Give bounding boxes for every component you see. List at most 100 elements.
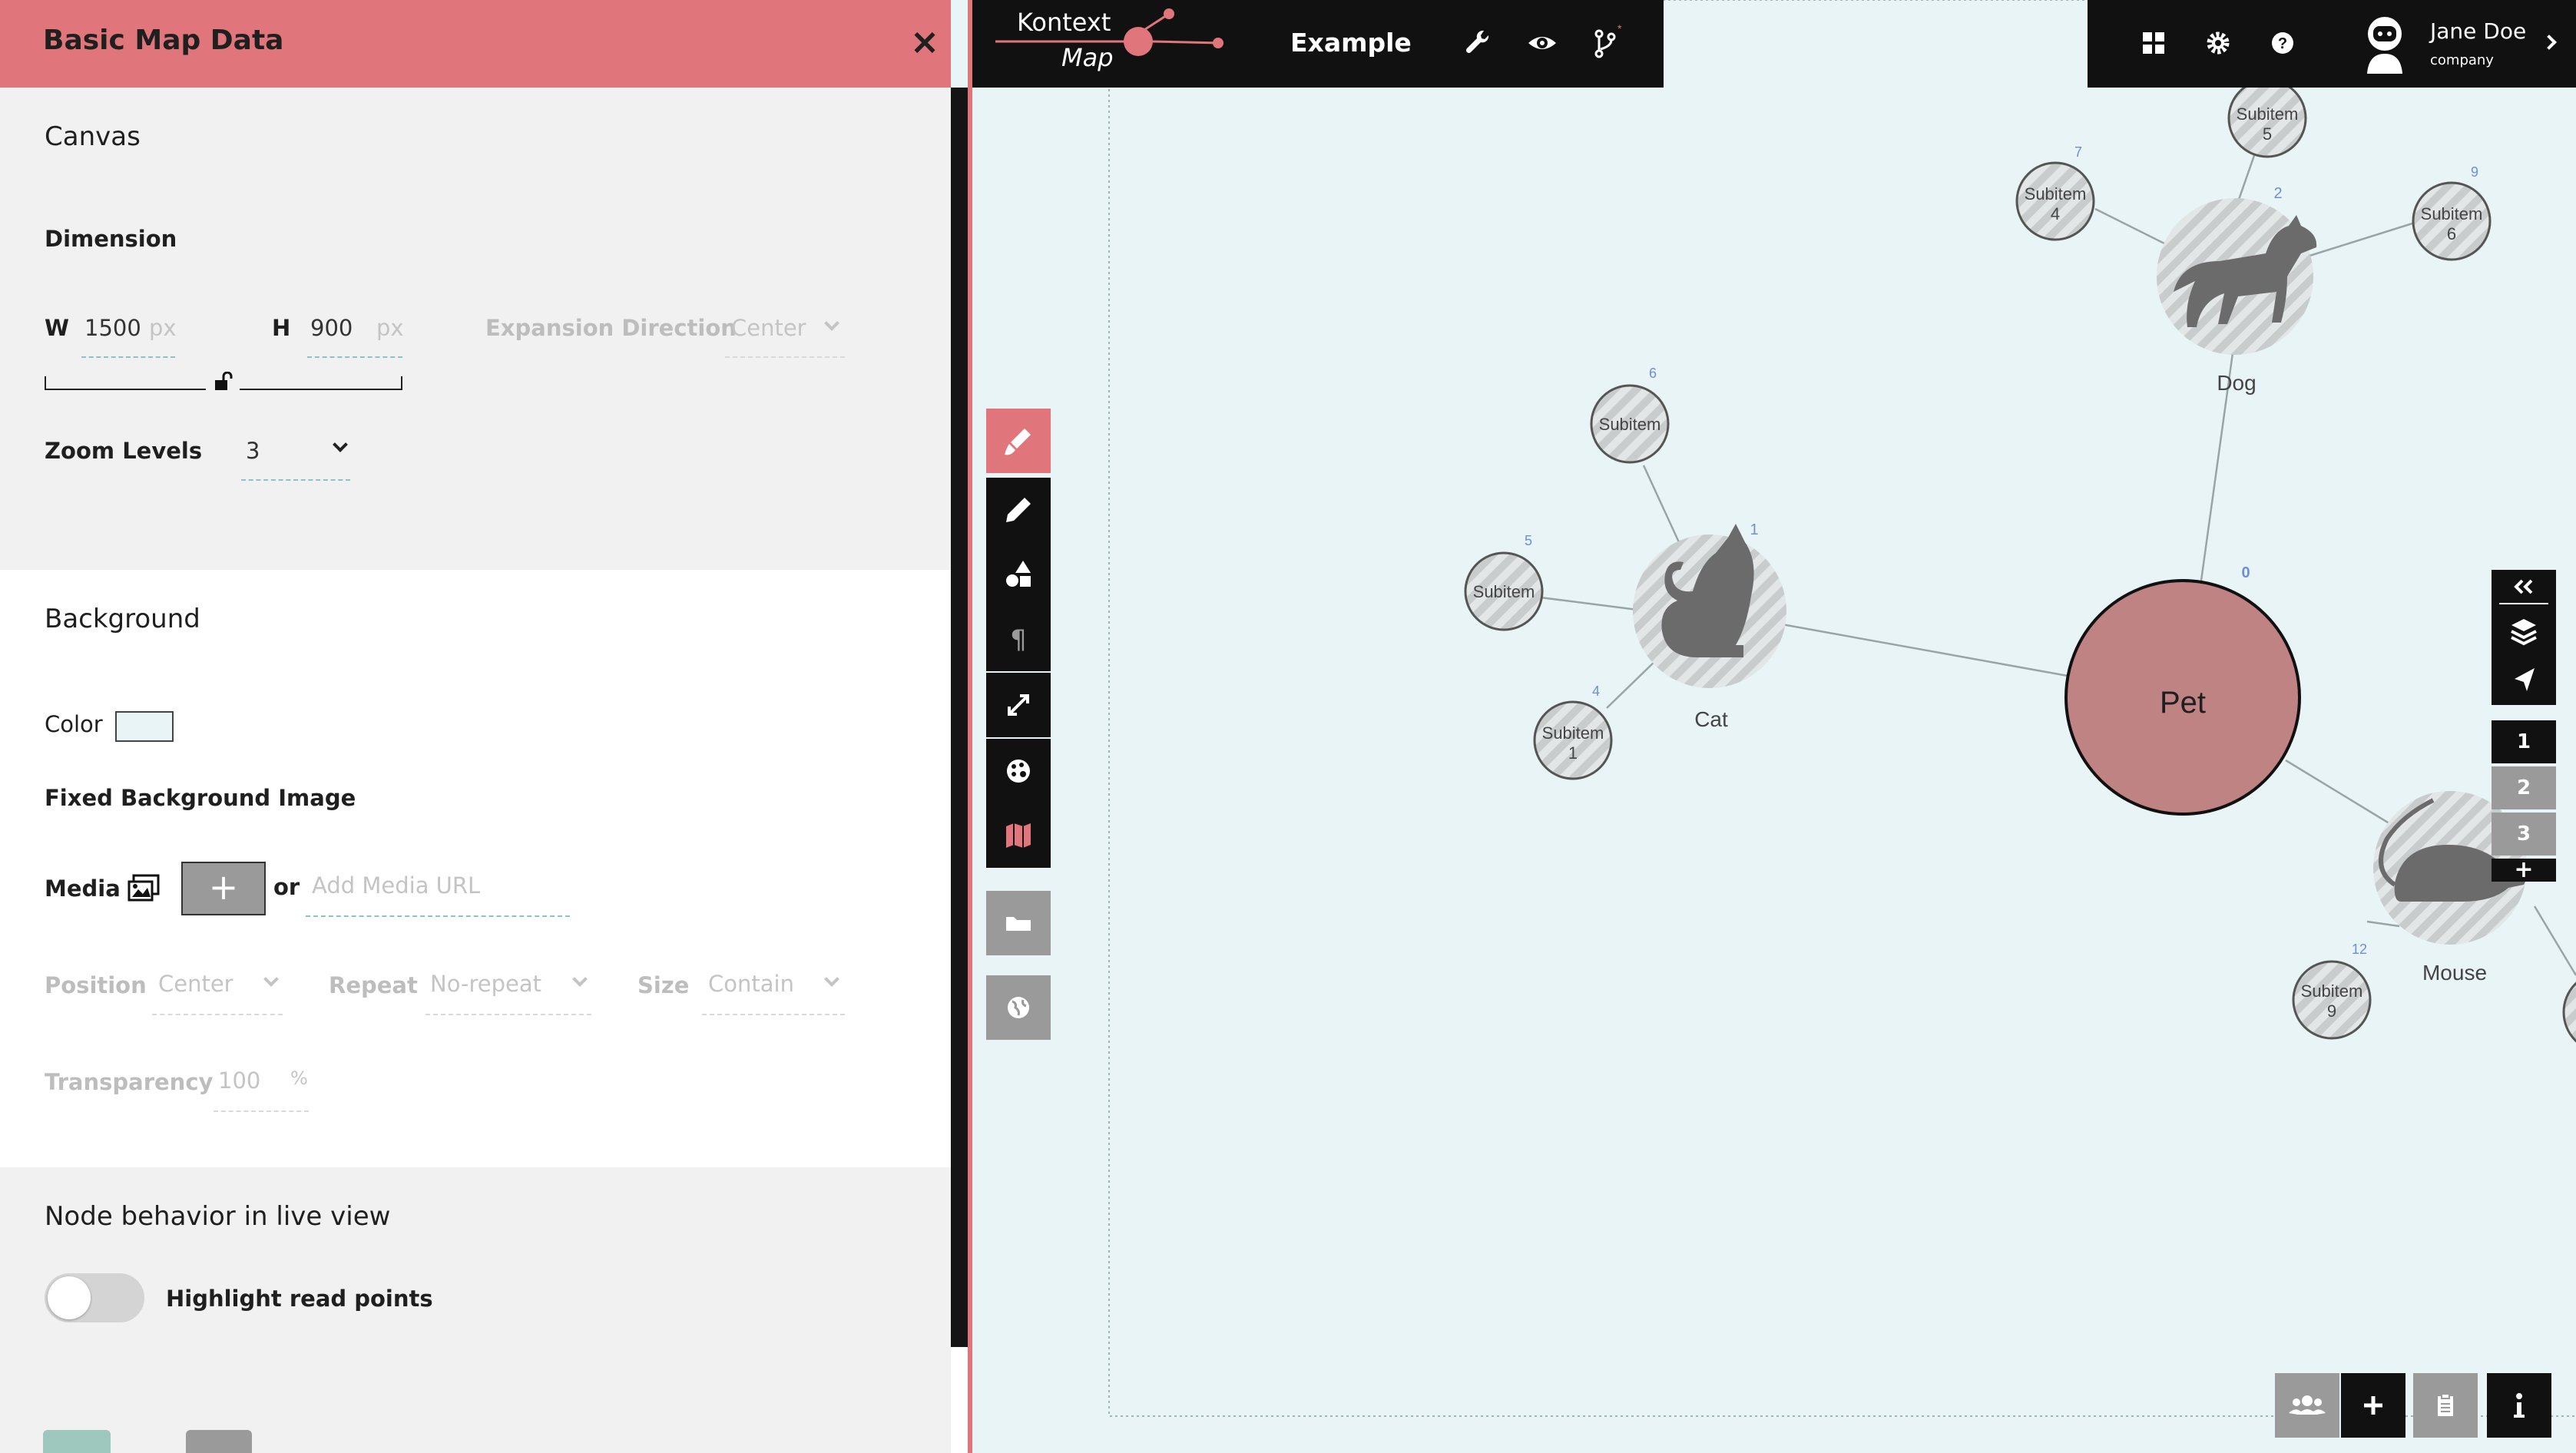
map-title[interactable]: Example xyxy=(1290,28,1412,58)
cancel-button[interactable] xyxy=(186,1430,252,1453)
avatar[interactable] xyxy=(2358,14,2412,74)
user-name[interactable]: Jane Doe xyxy=(2430,18,2526,44)
zoom-levels-label: Zoom Levels xyxy=(45,438,203,464)
layers-button[interactable] xyxy=(2492,608,2556,654)
folder-tool[interactable] xyxy=(986,891,1051,955)
color-label: Color xyxy=(45,711,103,737)
subitem[interactable]: Subitem 4 7 xyxy=(2015,144,2095,241)
expand-tool[interactable] xyxy=(986,673,1051,737)
size-select[interactable]: Contain xyxy=(708,971,794,997)
subitem[interactable]: Subitem 5 xyxy=(2227,78,2307,158)
help-icon[interactable]: ? xyxy=(2263,23,2303,63)
color-swatch[interactable] xyxy=(115,711,174,742)
expansion-direction-select[interactable]: Center xyxy=(731,315,806,341)
map-tool[interactable] xyxy=(986,803,1051,868)
subitem[interactable]: Subitem 6 xyxy=(1590,366,1670,464)
user-bar: ? Jane Doe company xyxy=(2088,0,2576,88)
paragraph-tool[interactable]: ¶ xyxy=(986,607,1051,671)
map-icon xyxy=(986,803,1051,868)
images-icon xyxy=(127,874,160,902)
collapse-button[interactable] xyxy=(2492,570,2556,608)
close-icon[interactable]: × xyxy=(906,18,943,65)
chevron-right-icon[interactable] xyxy=(2541,35,2557,50)
add-button[interactable] xyxy=(2341,1373,2405,1438)
subitem[interactable]: Subitem 9 12 xyxy=(2292,942,2372,1040)
highlight-read-points-label: Highlight read points xyxy=(166,1286,433,1312)
aspect-link-line xyxy=(240,376,402,390)
users-icon xyxy=(2275,1373,2339,1438)
subitem[interactable]: Subitem 1 4 xyxy=(1533,683,1613,780)
svg-text:12: 12 xyxy=(2352,942,2367,957)
wrench-icon[interactable] xyxy=(1458,23,1498,63)
node-dog-label: Dog xyxy=(2217,371,2256,395)
globe-tool[interactable] xyxy=(986,975,1051,1040)
clipboard-button[interactable] xyxy=(2413,1373,2478,1438)
position-select[interactable]: Center xyxy=(158,971,233,997)
shapes-tool[interactable] xyxy=(986,542,1051,607)
subitem[interactable]: Subitem 6 9 xyxy=(2412,164,2492,261)
shapes-icon xyxy=(986,542,1051,607)
info-icon xyxy=(2487,1373,2551,1438)
svg-text:4: 4 xyxy=(2051,204,2060,223)
zoom-level-2[interactable]: 2 xyxy=(2492,766,2556,809)
node-pet[interactable]: Pet 0 xyxy=(2064,564,2301,816)
background-section: Background Color Fixed Background Image … xyxy=(0,570,951,1167)
add-zoom-level-button[interactable]: + xyxy=(2492,859,2556,882)
svg-text:9: 9 xyxy=(2471,164,2478,180)
save-button[interactable] xyxy=(43,1430,111,1453)
expansion-underline xyxy=(725,356,845,358)
chevron-down-icon xyxy=(263,971,279,987)
logo-text: Kontext xyxy=(1017,8,1111,37)
transparency-underline xyxy=(214,1110,309,1112)
svg-text:5: 5 xyxy=(2263,124,2272,144)
grid-icon[interactable] xyxy=(2134,23,2174,63)
svg-text:Subitem: Subitem xyxy=(1599,415,1661,434)
offscreen-node[interactable] xyxy=(2562,972,2576,1052)
panel-scrollbar[interactable] xyxy=(951,88,968,1347)
height-underline xyxy=(307,356,402,358)
panel-header: Basic Map Data × xyxy=(0,0,951,88)
svg-text:*: * xyxy=(1617,23,1622,35)
transparency-input[interactable]: 100 xyxy=(218,1067,260,1094)
height-input[interactable]: 900 xyxy=(310,315,353,341)
media-url-input[interactable]: Add Media URL xyxy=(312,872,480,899)
zoom-levels-select[interactable]: 3 xyxy=(246,438,260,464)
folder-icon xyxy=(986,891,1051,955)
node-cat[interactable]: Cat 1 xyxy=(1633,521,1786,731)
gear-icon[interactable] xyxy=(2198,23,2238,63)
chevron-down-icon[interactable] xyxy=(333,437,348,452)
unlock-icon[interactable] xyxy=(214,372,233,392)
node-dog[interactable]: Dog 2 xyxy=(2157,185,2317,395)
navigate-button[interactable] xyxy=(2492,654,2556,705)
node-mouse-label: Mouse xyxy=(2422,961,2487,985)
node-behavior-section: Node behavior in live view Highlight rea… xyxy=(0,1167,951,1453)
eye-icon[interactable] xyxy=(1522,23,1562,63)
position-underline xyxy=(152,1014,283,1015)
users-button[interactable] xyxy=(2275,1373,2339,1438)
svg-text:Subitem: Subitem xyxy=(1473,582,1535,601)
zoom-level-1[interactable]: 1 xyxy=(2492,720,2556,763)
svg-text:Subitem: Subitem xyxy=(2237,104,2299,124)
panel-divider[interactable] xyxy=(968,0,972,1453)
branch-icon[interactable]: * xyxy=(1587,23,1627,63)
position-label: Position xyxy=(45,972,147,998)
zoom-level-3[interactable]: 3 xyxy=(2492,813,2556,856)
highlight-read-points-toggle[interactable] xyxy=(45,1273,144,1322)
subitem[interactable]: Subitem 5 xyxy=(1464,533,1544,631)
height-label: H xyxy=(272,315,291,341)
top-bar: Kontext Map Example * xyxy=(972,0,1664,88)
background-heading: Background xyxy=(45,604,200,634)
panel-scrollbar-track xyxy=(951,1347,968,1453)
width-underline xyxy=(81,356,175,358)
palette-tool[interactable] xyxy=(986,739,1051,803)
info-button[interactable] xyxy=(2487,1373,2551,1438)
width-input[interactable]: 1500 xyxy=(84,315,141,341)
pencil-tool[interactable] xyxy=(986,478,1051,542)
collapse-icon xyxy=(2499,579,2548,604)
repeat-select[interactable]: No-repeat xyxy=(430,971,541,997)
add-media-button[interactable]: + xyxy=(181,862,266,915)
layers-icon xyxy=(2511,619,2537,646)
brush-tool[interactable] xyxy=(986,409,1051,473)
user-company: company xyxy=(2430,52,2494,68)
svg-text:Subitem: Subitem xyxy=(2025,184,2087,204)
